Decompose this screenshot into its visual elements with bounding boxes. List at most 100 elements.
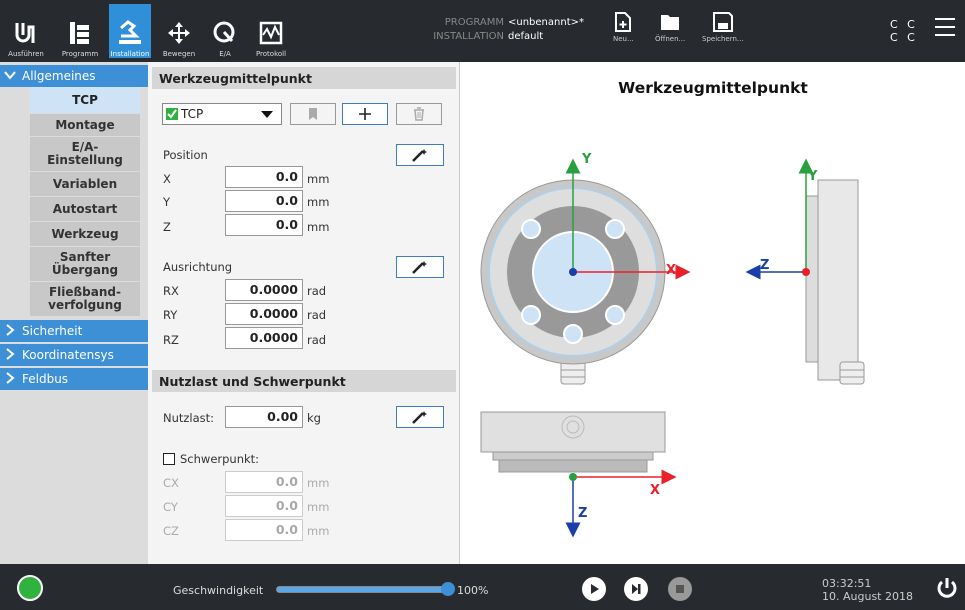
plus-icon [359,108,371,120]
tcp-select[interactable]: TCP [162,103,282,125]
magic-wand-icon [412,261,427,274]
sidebar-item-variables[interactable]: Variablen [30,172,140,196]
cx-label: CX [163,476,179,490]
tab-io[interactable]: E/A [205,4,245,58]
payload-wizard-button[interactable] [396,406,444,428]
tab-move[interactable]: Bewegen [159,4,199,58]
orientation-wizard-button[interactable] [396,256,444,278]
sidebar-section-label: Sicherheit [22,324,83,338]
io-icon [212,20,238,46]
payload-section-header: Nutzlast und Schwerpunkt [152,370,456,392]
sidebar-item-tcp[interactable]: TCP [30,87,140,113]
robot-status-icon[interactable] [17,575,43,601]
tab-run[interactable]: Ausführen [6,4,46,58]
clock-date: 10. August 2018 [822,590,913,603]
sidebar-section-fieldbus[interactable]: Feldbus [0,368,148,390]
z-label: Z [163,220,171,234]
cc-indicator: C C C C [890,18,918,44]
tcp-origin [569,268,577,276]
ry-input[interactable]: 0.0000 [225,303,303,325]
rx-input[interactable]: 0.0000 [225,279,303,301]
open-button[interactable]: Öffnen... [655,12,685,43]
delete-tcp-button[interactable] [396,103,442,125]
sidebar-section-coordinates[interactable]: Koordinatensys [0,344,148,366]
add-tcp-button[interactable] [342,103,388,125]
rz-label: RZ [163,333,179,347]
tab-installation-label: Installation [110,50,150,58]
program-name: <unbenannt>* [508,17,584,28]
rz-unit: rad [307,333,327,347]
y-input[interactable]: 0.0 [225,190,303,212]
sidebar-section-label: Koordinatensys [22,348,114,362]
new-file-icon [615,12,632,32]
sidebar-item-tool[interactable]: Werkzeug [30,222,140,246]
step-icon [632,584,641,594]
rz-input[interactable]: 0.0000 [225,327,303,349]
installation-icon [117,20,143,46]
position-label: Position [163,148,208,162]
flange-bottom-view [480,411,666,473]
cy-unit: mm [307,500,330,514]
cy-input: 0.0 [225,495,303,517]
magic-wand-icon [412,411,427,424]
tab-run-label: Ausführen [8,50,44,58]
sidebar-item-io-setup[interactable]: E/A- Einstellung [30,137,140,171]
sidebar-item-conveyor-tracking[interactable]: Fließband- verfolgung [30,282,140,316]
payload-label: Nutzlast: [163,411,215,425]
speed-slider-handle[interactable] [441,582,455,596]
chevron-right-icon [6,324,15,336]
speed-slider-fill [277,587,447,592]
program-icon [67,20,93,46]
tab-log[interactable]: Protokoll [251,4,291,58]
bottom-tcp-origin [569,473,577,481]
log-icon [258,20,284,46]
sidebar-section-general[interactable]: Allgemeines [0,65,148,87]
side-y-label: Y [807,169,818,184]
dropdown-arrow-icon [261,111,273,118]
tcp-diagram: Y X Y Z X Z [480,152,865,538]
cc-line-2: C C [890,31,918,44]
sidebar-section-safety[interactable]: Sicherheit [0,320,148,342]
stop-icon [676,585,684,593]
sidebar-item-smooth-transition[interactable]: Sanfter Übergang [30,247,140,281]
cog-checkbox-row[interactable]: Schwerpunkt: [163,452,259,466]
cx-unit: mm [307,476,330,490]
program-info: PROGRAMM <unbenannt>* INSTALLATION default [432,16,584,44]
play-button[interactable] [582,577,606,601]
payload-input[interactable]: 0.00 [225,406,303,428]
hamburger-menu-icon[interactable] [935,18,955,36]
folder-icon [661,15,680,30]
set-default-tcp-button[interactable] [290,103,336,125]
stop-button[interactable] [668,577,692,601]
save-button[interactable]: Speichern... [702,12,744,43]
sidebar-item-mounting[interactable]: Montage [30,114,140,136]
rx-unit: rad [307,284,327,298]
sidebar-section-label: Feldbus [22,372,69,386]
move-icon [166,20,192,46]
ry-label: RY [163,308,178,322]
cz-label: CZ [163,524,179,538]
x-label: X [163,172,171,186]
new-button[interactable]: Neu... [613,12,634,43]
x-input[interactable]: 0.0 [225,166,303,188]
y-label: Y [163,195,171,209]
cz-input: 0.0 [225,519,303,541]
chevron-down-icon [4,71,16,80]
trash-icon [414,107,424,121]
magic-wand-icon [412,149,427,162]
speed-slider[interactable] [276,586,448,593]
tcp-select-value: TCP [181,107,204,121]
bottom-z-label: Z [578,506,587,521]
cog-checkbox[interactable] [163,453,175,465]
side-tcp-origin [802,268,810,276]
tab-program[interactable]: Programm [60,4,100,58]
position-wizard-button[interactable] [396,144,444,166]
z-input[interactable]: 0.0 [225,214,303,236]
chevron-right-icon [6,348,15,360]
installation-name: default [508,31,544,42]
sidebar-item-autostart[interactable]: Autostart [30,197,140,221]
step-button[interactable] [624,577,648,601]
bookmark-icon [309,108,317,120]
tab-installation[interactable]: Installation [109,4,151,58]
power-icon[interactable] [936,577,958,599]
